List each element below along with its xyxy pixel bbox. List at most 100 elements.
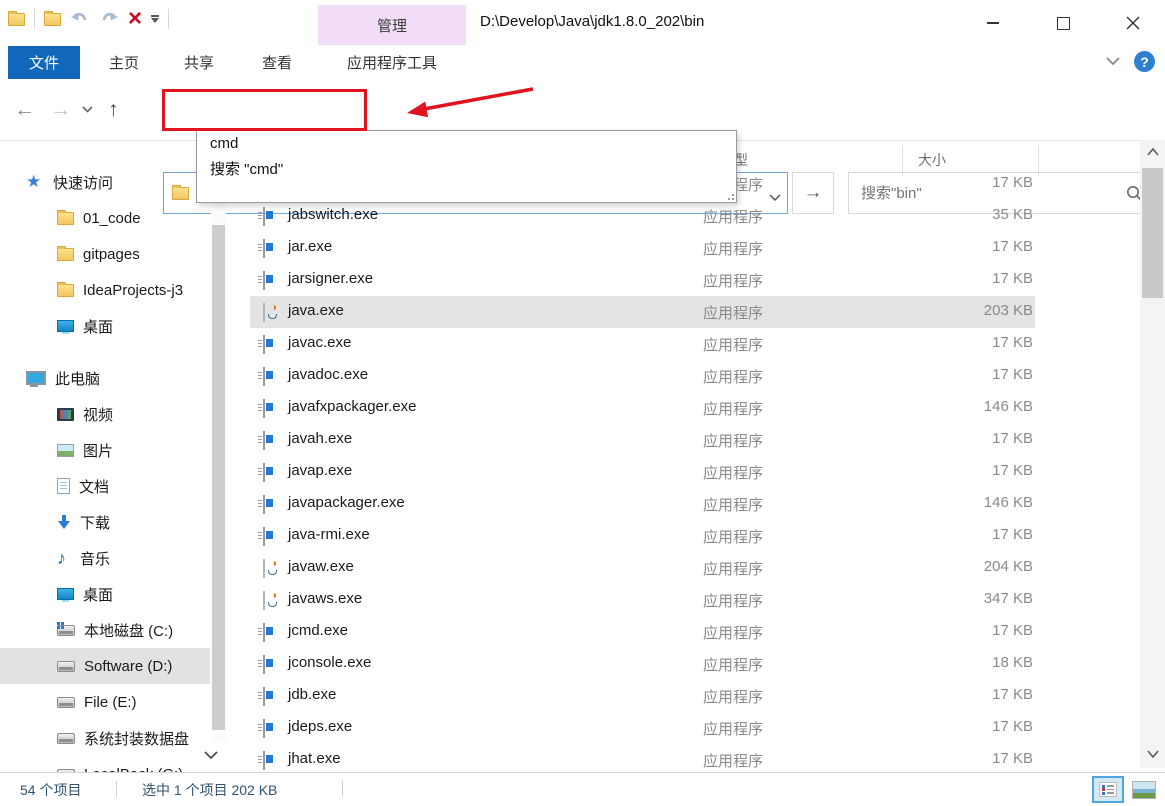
sidebar-scrollbar-thumb[interactable] <box>212 225 225 730</box>
table-row[interactable]: jar.exe应用程序17 KB <box>227 232 1140 264</box>
exe-file-icon <box>263 719 265 738</box>
scroll-up-icon[interactable] <box>1140 140 1165 164</box>
undo-icon[interactable] <box>70 11 90 27</box>
up-icon[interactable]: ↑ <box>108 96 119 124</box>
table-row[interactable]: javaws.exe应用程序347 KB <box>227 584 1140 616</box>
sidebar-section-0[interactable]: 快速访问 <box>0 164 210 200</box>
tab-share[interactable]: 共享 <box>166 46 232 79</box>
sidebar-section-1[interactable]: 此电脑 <box>0 360 210 396</box>
disk-windows-icon <box>57 625 75 636</box>
file-type: 应用程序 <box>703 622 763 643</box>
sidebar-item-label: 文档 <box>79 476 109 497</box>
table-row[interactable]: jconsole.exe应用程序18 KB <box>227 648 1140 680</box>
table-row[interactable]: javafxpackager.exe应用程序146 KB <box>227 392 1140 424</box>
sidebar-item[interactable]: IdeaProjects-j3 <box>0 272 210 308</box>
file-name: javah.exe <box>288 430 352 447</box>
list-scrollbar[interactable] <box>1140 140 1165 768</box>
java-file-icon <box>263 559 265 578</box>
forward-icon[interactable]: → <box>50 96 71 124</box>
suggestion-item[interactable]: 搜索 "cmd" <box>197 156 736 181</box>
column-header-size[interactable]: 大小 <box>918 150 946 170</box>
maximize-button[interactable] <box>1048 14 1078 32</box>
file-type: 应用程序 <box>703 718 763 739</box>
file-name: javaws.exe <box>288 590 362 607</box>
sidebar-item[interactable]: 桌面 <box>0 308 210 344</box>
table-row[interactable]: jarsigner.exe应用程序17 KB <box>227 264 1140 296</box>
list-scrollbar-thumb[interactable] <box>1142 168 1163 298</box>
sidebar-item[interactable]: gitpages <box>0 236 210 272</box>
close-button[interactable] <box>1118 14 1148 32</box>
file-type: 应用程序 <box>703 206 763 227</box>
details-view-button[interactable] <box>1092 776 1124 803</box>
exe-file-icon <box>263 207 265 226</box>
sidebar-item[interactable]: 音乐 <box>0 540 210 576</box>
file-size: 17 KB <box>992 462 1033 479</box>
disk-icon <box>57 661 75 672</box>
ribbon-collapse-icon[interactable] <box>1106 57 1120 66</box>
file-size: 17 KB <box>992 366 1033 383</box>
table-row[interactable]: java-rmi.exe应用程序17 KB <box>227 520 1140 552</box>
disk-icon <box>57 733 75 744</box>
help-icon[interactable]: ? <box>1134 51 1155 72</box>
table-row[interactable]: jhat.exe应用程序17 KB <box>227 744 1140 772</box>
new-folder-icon[interactable] <box>44 13 61 26</box>
sidebar-item[interactable]: 图片 <box>0 432 210 468</box>
table-row[interactable]: jabswitch.exe应用程序35 KB <box>227 200 1140 232</box>
resize-grip-icon[interactable] <box>732 198 734 200</box>
customize-qat-icon[interactable] <box>151 15 159 23</box>
table-row[interactable]: jdb.exe应用程序17 KB <box>227 680 1140 712</box>
recent-locations-icon[interactable] <box>82 106 93 113</box>
file-type: 应用程序 <box>703 238 763 259</box>
tab-app-tools[interactable]: 应用程序工具 <box>318 46 466 79</box>
sidebar-item[interactable]: 桌面 <box>0 576 210 612</box>
sidebar-item[interactable]: Software (D:) <box>0 648 210 684</box>
file-size: 17 KB <box>992 686 1033 703</box>
file-size: 17 KB <box>992 750 1033 767</box>
sidebar-scroll-down-icon[interactable] <box>196 742 226 768</box>
table-row[interactable]: javap.exe应用程序17 KB <box>227 456 1140 488</box>
quick-access-toolbar: × <box>8 9 169 29</box>
minimize-button[interactable] <box>978 14 1008 32</box>
file-type: 应用程序 <box>703 686 763 707</box>
java-file-icon <box>263 303 265 322</box>
sidebar-item[interactable]: 视频 <box>0 396 210 432</box>
tab-view[interactable]: 查看 <box>244 46 310 79</box>
delete-icon[interactable]: × <box>128 9 142 29</box>
sidebar-section-label: 此电脑 <box>55 368 100 389</box>
table-row[interactable]: javaw.exe应用程序204 KB <box>227 552 1140 584</box>
table-row[interactable]: javapackager.exe应用程序146 KB <box>227 488 1140 520</box>
scroll-down-icon[interactable] <box>1140 742 1165 766</box>
thumbnail-view-button[interactable] <box>1128 776 1160 803</box>
sidebar-scrollbar[interactable] <box>211 140 226 768</box>
tab-file[interactable]: 文件 <box>8 46 80 79</box>
table-row[interactable]: jdeps.exe应用程序17 KB <box>227 712 1140 744</box>
file-type: 应用程序 <box>703 398 763 419</box>
sidebar-item[interactable]: File (E:) <box>0 684 210 720</box>
sidebar-item[interactable]: 文档 <box>0 468 210 504</box>
sidebar-item-label: 桌面 <box>83 584 113 605</box>
table-row[interactable]: jcmd.exe应用程序17 KB <box>227 616 1140 648</box>
table-row[interactable]: javac.exe应用程序17 KB <box>227 328 1140 360</box>
sidebar-item[interactable]: 下载 <box>0 504 210 540</box>
table-row[interactable]: javah.exe应用程序17 KB <box>227 424 1140 456</box>
table-row[interactable]: java.exe应用程序203 KB <box>227 296 1140 328</box>
sidebar-item[interactable]: 本地磁盘 (C:) <box>0 612 210 648</box>
folder-icon <box>57 212 74 225</box>
file-size: 347 KB <box>984 590 1033 607</box>
file-size: 146 KB <box>984 398 1033 415</box>
file-type: 应用程序 <box>703 270 763 291</box>
sidebar-item[interactable]: 01_code <box>0 200 210 236</box>
sidebar-item[interactable]: 系统封装数据盘 <box>0 720 210 756</box>
tab-home[interactable]: 主页 <box>90 46 158 79</box>
file-type: 应用程序 <box>703 654 763 675</box>
table-row[interactable]: javadoc.exe应用程序17 KB <box>227 360 1140 392</box>
redo-icon[interactable] <box>99 11 119 27</box>
exe-file-icon <box>263 271 265 290</box>
exe-file-icon <box>263 367 265 386</box>
sidebar-item[interactable]: LocalBack (G:) <box>0 756 210 772</box>
file-type: 应用程序 <box>703 750 763 771</box>
back-icon[interactable]: ← <box>14 96 35 124</box>
suggestion-item[interactable]: cmd <box>197 131 736 156</box>
exe-file-icon <box>263 687 265 706</box>
file-name: javadoc.exe <box>288 366 368 383</box>
